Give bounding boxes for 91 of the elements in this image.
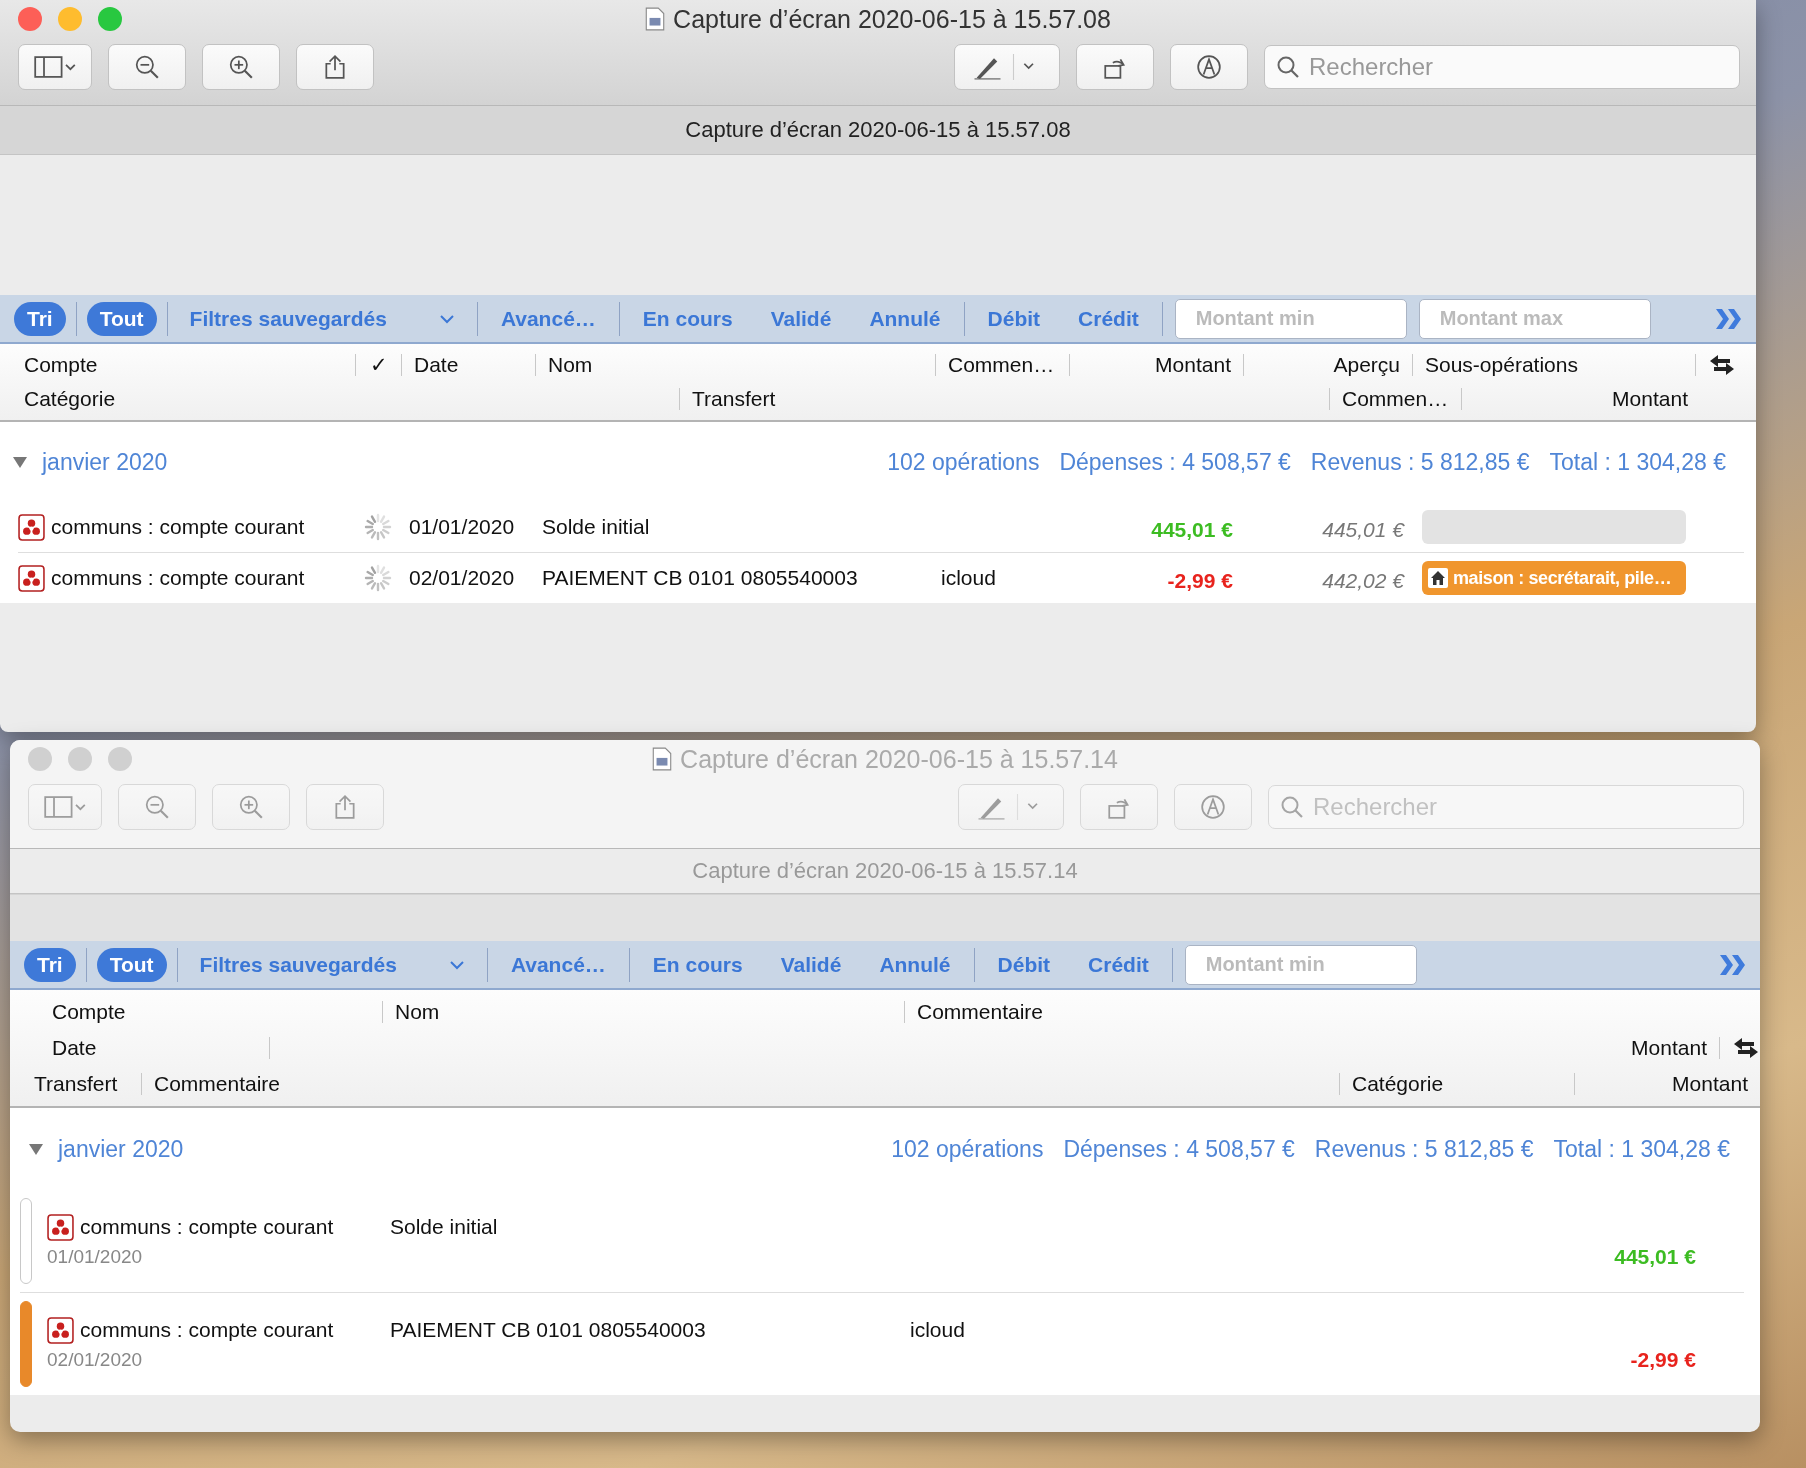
column-header[interactable]: Compte (52, 1000, 126, 1023)
column-header[interactable]: Montant (1612, 387, 1688, 410)
markup-icon (1196, 54, 1222, 80)
group-title: janvier 2020 (58, 1135, 184, 1163)
transaction-name: PAIEMENT CB 0101 0805540003 (390, 1318, 707, 1342)
column-header[interactable]: Commentaire (154, 1072, 281, 1095)
share-button[interactable] (296, 44, 374, 90)
window-control[interactable] (18, 7, 42, 31)
account-icon (18, 513, 45, 541)
account-name: communs : compte courant (80, 1318, 335, 1342)
account-icon (47, 1316, 74, 1344)
column-header[interactable]: Date (414, 353, 459, 376)
filter-toggle[interactable]: Tri (14, 301, 66, 336)
window-title: Capture d’écran 2020-06-15 à 15.57.14 (680, 744, 1118, 774)
column-header[interactable]: Date (52, 1036, 97, 1059)
zoom-out-icon (134, 54, 160, 80)
transaction-amount: -2,99 € (1167, 569, 1233, 592)
group-summary: Total : 1 304,28 € (1549, 448, 1726, 476)
search-icon (1276, 55, 1300, 79)
transaction-amount: -2,99 € (1630, 1347, 1696, 1372)
group-summary: 102 opérations (891, 1135, 1044, 1163)
markup-button[interactable] (1170, 44, 1248, 90)
transaction-date: 01/01/2020 (409, 515, 515, 538)
column-header[interactable]: Aperçu (1333, 353, 1400, 376)
double-chevron-icon[interactable] (1714, 306, 1744, 331)
transaction-date: 01/01/2020 (47, 1245, 143, 1268)
amount-field[interactable]: Montant max (1418, 298, 1651, 339)
group-summary: Revenus : 5 812,85 € (1314, 1135, 1534, 1163)
transaction-name: Solde initial (542, 515, 650, 538)
zoom-out-button[interactable] (108, 44, 186, 90)
group-title: janvier 2020 (42, 448, 168, 476)
column-header[interactable]: Compte (24, 353, 98, 376)
markup-pen-button[interactable] (954, 44, 1060, 90)
column-header[interactable]: ✓ (369, 353, 388, 376)
column-header[interactable]: Commen… (1342, 387, 1449, 410)
sidebar-icon (33, 54, 77, 80)
account-name: communs : compte courant (51, 566, 306, 590)
zoom-out-icon (144, 794, 170, 820)
filter-toggle[interactable]: Tout (86, 301, 157, 336)
amount-field[interactable]: Montant min (1174, 298, 1407, 339)
column-header[interactable]: Catégorie (24, 387, 116, 410)
column-header[interactable]: Montant (1155, 353, 1231, 376)
transaction-amount: 445,01 € (1614, 1244, 1696, 1269)
group-summary: 102 opérations (887, 448, 1040, 476)
window-title: Capture d’écran 2020-06-15 à 15.57.08 (673, 4, 1111, 34)
column-header[interactable]: Montant (1631, 1036, 1707, 1059)
column-header[interactable]: Sous-opérations (1425, 353, 1578, 376)
sidebar-toggle-button[interactable] (18, 44, 92, 90)
document-title: Capture d’écran 2020-06-15 à 15.57.08 (685, 117, 1071, 143)
group-summary: Revenus : 5 812,85 € (1310, 448, 1530, 476)
account-icon (47, 1213, 74, 1241)
running-balance: 445,01 € (1322, 518, 1404, 541)
column-header[interactable]: Catégorie (1352, 1072, 1444, 1095)
transaction-date: 02/01/2020 (409, 566, 515, 589)
transaction-comment: icloud (910, 1318, 965, 1342)
share-icon (332, 794, 358, 820)
rotate-button[interactable] (1076, 44, 1154, 90)
transaction-name: PAIEMENT CB 0101 0805540003 (542, 566, 858, 589)
column-header[interactable]: Commen… (948, 353, 1055, 376)
window-control[interactable] (98, 7, 122, 31)
chevron-down-icon (438, 313, 455, 324)
account-name: communs : compte courant (51, 515, 306, 539)
share-icon (322, 54, 348, 80)
column-header[interactable]: Nom (548, 353, 593, 376)
sidebar-icon (43, 794, 87, 820)
account-icon (18, 564, 45, 592)
house-icon (1428, 568, 1448, 588)
search-field[interactable]: Rechercher (1264, 45, 1740, 89)
zoom-in-button[interactable] (202, 44, 280, 90)
document-icon (645, 7, 666, 31)
group-summary: Dépenses : 4 508,57 € (1063, 1135, 1295, 1163)
column-header[interactable]: Nom (395, 1000, 440, 1023)
transaction-comment: icloud (941, 566, 996, 589)
column-header[interactable]: Transfert (692, 387, 776, 410)
account-name: communs : compte courant (80, 1215, 335, 1239)
document-icon (652, 747, 673, 771)
transaction-date: 02/01/2020 (47, 1348, 143, 1371)
transaction-amount: 445,01 € (1151, 518, 1233, 541)
group-summary: Dépenses : 4 508,57 € (1059, 448, 1291, 476)
group-summary: Total : 1 304,28 € (1553, 1135, 1730, 1163)
chevron-down-icon (448, 959, 465, 970)
swap-arrows-icon[interactable] (1708, 353, 1736, 377)
column-header[interactable]: Transfert (34, 1072, 118, 1095)
running-balance: 442,02 € (1322, 569, 1404, 592)
disclosure-triangle-icon[interactable] (12, 454, 28, 470)
zoom-in-icon (238, 794, 264, 820)
document-title: Capture d’écran 2020-06-15 à 15.57.14 (692, 858, 1078, 884)
transaction-name: Solde initial (390, 1215, 499, 1239)
search-icon (1280, 795, 1304, 819)
markup-icon (1200, 794, 1226, 820)
zoom-in-icon (228, 54, 254, 80)
